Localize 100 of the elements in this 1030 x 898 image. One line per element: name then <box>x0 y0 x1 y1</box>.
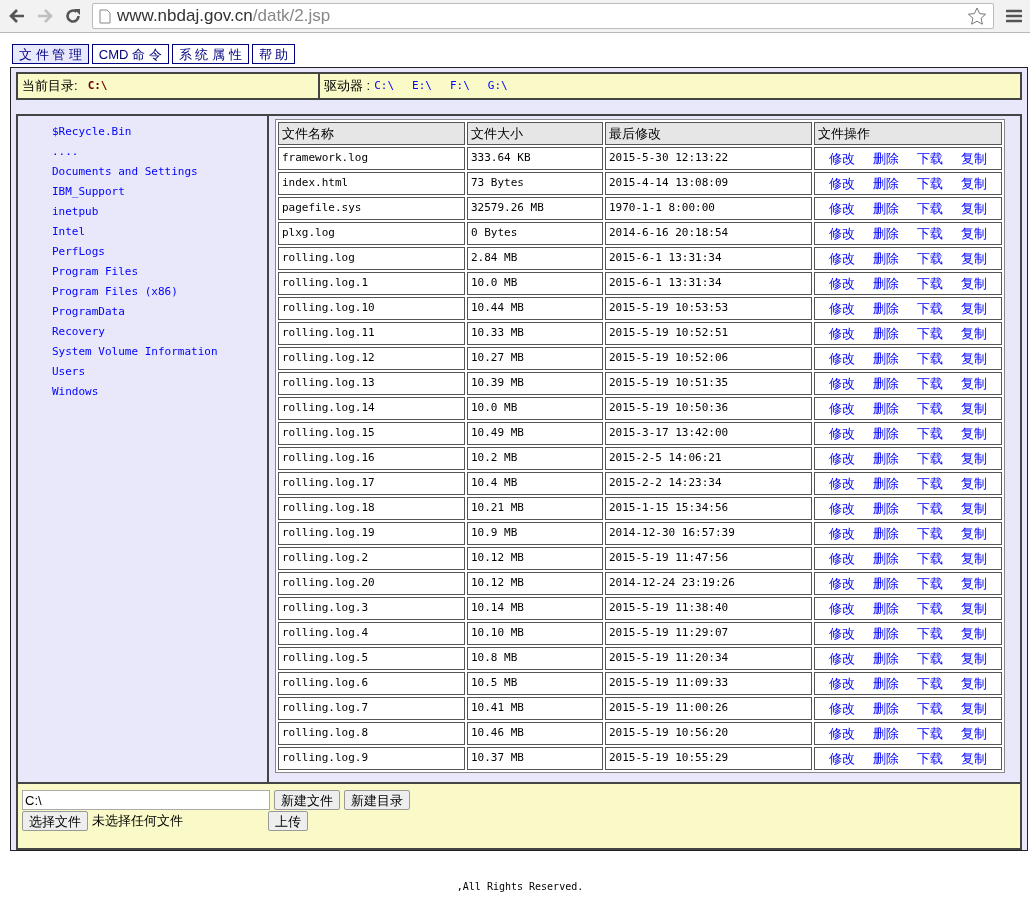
action-link[interactable]: 复制 <box>961 448 987 469</box>
action-link[interactable]: 修改 <box>829 148 855 169</box>
action-link[interactable]: 修改 <box>829 748 855 769</box>
drive-link[interactable]: E:\ <box>412 77 432 95</box>
action-link[interactable]: 复制 <box>961 148 987 169</box>
action-link[interactable]: 下载 <box>917 398 943 419</box>
drive-link[interactable]: G:\ <box>487 77 508 95</box>
action-link[interactable]: 删除 <box>873 398 899 419</box>
drive-link[interactable]: C:\ <box>374 77 395 95</box>
action-link[interactable]: 删除 <box>873 348 899 369</box>
upload-button[interactable]: 上传 <box>268 811 308 831</box>
action-link[interactable]: 复制 <box>961 648 987 669</box>
action-link[interactable]: 删除 <box>873 448 899 469</box>
action-link[interactable]: 下载 <box>917 273 943 294</box>
action-link[interactable]: 删除 <box>873 223 899 244</box>
action-link[interactable]: 删除 <box>873 498 899 519</box>
action-link[interactable]: 下载 <box>917 548 943 569</box>
action-link[interactable]: 删除 <box>873 173 899 194</box>
action-link[interactable]: 修改 <box>829 423 855 444</box>
action-link[interactable]: 删除 <box>873 673 899 694</box>
folder-link[interactable]: Users <box>52 362 86 382</box>
action-link[interactable]: 复制 <box>961 323 987 344</box>
action-link[interactable]: 删除 <box>873 698 899 719</box>
action-link[interactable]: 下载 <box>917 523 943 544</box>
action-link[interactable]: 删除 <box>873 648 899 669</box>
action-link[interactable]: 修改 <box>829 723 855 744</box>
folder-link[interactable]: Program Files (x86) <box>52 282 178 302</box>
action-link[interactable]: 下载 <box>917 573 943 594</box>
path-field[interactable]: C:\ <box>22 790 270 810</box>
action-link[interactable]: 复制 <box>961 523 987 544</box>
menu-tab[interactable]: 帮 助 <box>251 44 296 64</box>
action-link[interactable]: 删除 <box>873 598 899 619</box>
action-link[interactable]: 下载 <box>917 698 943 719</box>
choose-file-button[interactable]: 选择文件 <box>22 811 88 831</box>
action-link[interactable]: 下载 <box>917 423 943 444</box>
folder-link[interactable]: PerfLogs <box>52 242 105 262</box>
action-link[interactable]: 下载 <box>917 223 943 244</box>
action-link[interactable]: 复制 <box>961 548 987 569</box>
action-link[interactable]: 下载 <box>917 498 943 519</box>
action-link[interactable]: 删除 <box>873 323 899 344</box>
back-icon[interactable] <box>8 7 26 25</box>
address-bar[interactable]: www.nbdaj.gov.cn/datk/2.jsp <box>92 3 994 29</box>
action-link[interactable]: 下载 <box>917 473 943 494</box>
action-link[interactable]: 下载 <box>917 598 943 619</box>
action-link[interactable]: 复制 <box>961 473 987 494</box>
star-icon[interactable] <box>967 6 987 26</box>
action-link[interactable]: 修改 <box>829 273 855 294</box>
action-link[interactable]: 删除 <box>873 723 899 744</box>
action-link[interactable]: 修改 <box>829 398 855 419</box>
action-link[interactable]: 修改 <box>829 573 855 594</box>
action-link[interactable]: 修改 <box>829 323 855 344</box>
action-link[interactable]: 复制 <box>961 273 987 294</box>
action-link[interactable]: 复制 <box>961 248 987 269</box>
folder-link[interactable]: IBM_Support <box>52 182 125 202</box>
action-link[interactable]: 删除 <box>873 198 899 219</box>
action-link[interactable]: 下载 <box>917 723 943 744</box>
action-link[interactable]: 修改 <box>829 548 855 569</box>
folder-link[interactable]: .... <box>52 142 79 162</box>
action-link[interactable]: 删除 <box>873 248 899 269</box>
action-link[interactable]: 删除 <box>873 148 899 169</box>
action-link[interactable]: 下载 <box>917 298 943 319</box>
action-link[interactable]: 删除 <box>873 623 899 644</box>
action-link[interactable]: 复制 <box>961 423 987 444</box>
action-link[interactable]: 复制 <box>961 373 987 394</box>
action-link[interactable]: 复制 <box>961 698 987 719</box>
menu-tab[interactable]: CMD 命 令 <box>91 44 169 64</box>
action-link[interactable]: 复制 <box>961 173 987 194</box>
action-link[interactable]: 修改 <box>829 648 855 669</box>
action-link[interactable]: 删除 <box>873 748 899 769</box>
action-link[interactable]: 复制 <box>961 598 987 619</box>
action-link[interactable]: 复制 <box>961 298 987 319</box>
menu-tab[interactable]: 系 统 属 性 <box>171 44 249 64</box>
action-link[interactable]: 修改 <box>829 348 855 369</box>
action-link[interactable]: 删除 <box>873 523 899 544</box>
reload-icon[interactable] <box>64 7 82 25</box>
action-link[interactable]: 复制 <box>961 748 987 769</box>
action-link[interactable]: 复制 <box>961 498 987 519</box>
folder-link[interactable]: System Volume Information <box>52 342 218 362</box>
folder-link[interactable]: Windows <box>52 382 99 402</box>
menu-icon[interactable] <box>1006 9 1022 23</box>
action-link[interactable]: 下载 <box>917 348 943 369</box>
action-link[interactable]: 修改 <box>829 223 855 244</box>
action-link[interactable]: 删除 <box>873 298 899 319</box>
action-link[interactable]: 下载 <box>917 198 943 219</box>
action-link[interactable]: 下载 <box>917 373 943 394</box>
folder-link[interactable]: Recovery <box>52 322 105 342</box>
action-link[interactable]: 修改 <box>829 673 855 694</box>
action-link[interactable]: 下载 <box>917 623 943 644</box>
form-button[interactable]: 新建文件 <box>274 790 340 810</box>
action-link[interactable]: 删除 <box>873 423 899 444</box>
action-link[interactable]: 下载 <box>917 248 943 269</box>
action-link[interactable]: 修改 <box>829 598 855 619</box>
folder-link[interactable]: $Recycle.Bin <box>52 122 132 142</box>
action-link[interactable]: 修改 <box>829 498 855 519</box>
menu-tab[interactable]: 文 件 管 理 <box>12 44 89 64</box>
action-link[interactable]: 复制 <box>961 623 987 644</box>
action-link[interactable]: 修改 <box>829 198 855 219</box>
action-link[interactable]: 下载 <box>917 748 943 769</box>
action-link[interactable]: 下载 <box>917 148 943 169</box>
action-link[interactable]: 删除 <box>873 373 899 394</box>
